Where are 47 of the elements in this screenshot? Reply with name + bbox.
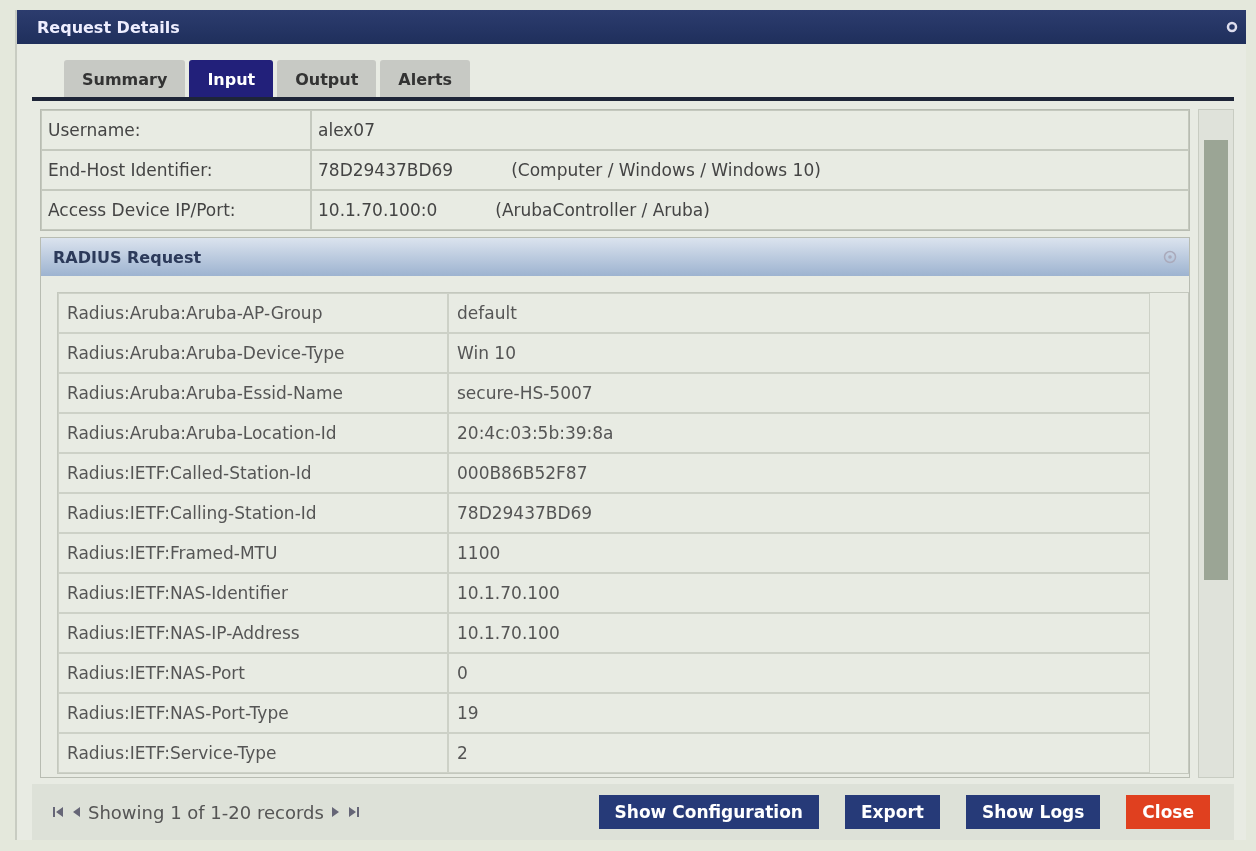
field-detail: (Computer / Windows / Windows 10) <box>511 160 821 180</box>
field-value: 10.1.70.100:0 <box>318 200 438 220</box>
action-button[interactable]: Show Configuration <box>598 795 819 829</box>
value-cell: 000B86B52F87 <box>448 453 1150 493</box>
action-button[interactable]: Export <box>844 795 940 829</box>
scroll-thumb[interactable] <box>1204 140 1228 580</box>
attribute-cell: Radius:Aruba:Aruba-Essid-Name <box>58 373 448 413</box>
attribute-cell: Radius:IETF:Service-Type <box>58 733 448 773</box>
value-cell: 20:4c:03:5b:39:8a <box>448 413 1150 453</box>
pager-text: Showing 1 of 1-20 records <box>88 801 324 823</box>
attribute-cell: Radius:IETF:NAS-IP-Address <box>58 613 448 653</box>
field-label: End-Host Identifier: <box>41 150 311 190</box>
attribute-cell: Radius:IETF:NAS-Port <box>58 653 448 693</box>
value-cell: secure-HS-5007 <box>448 373 1150 413</box>
value-cell: 10.1.70.100 <box>448 613 1150 653</box>
action-button[interactable]: Show Logs <box>965 795 1101 829</box>
attribute-cell: Radius:Aruba:Aruba-Location-Id <box>58 413 448 453</box>
tab[interactable]: Output <box>277 60 377 97</box>
attribute-cell: Radius:IETF:Framed-MTU <box>58 533 448 573</box>
window-title: Request Details <box>37 17 180 37</box>
value-cell: default <box>448 293 1150 333</box>
attribute-cell: Radius:IETF:NAS-Identifier <box>58 573 448 613</box>
attribute-cell: Radius:IETF:Calling-Station-Id <box>58 493 448 533</box>
attribute-cell: Radius:IETF:NAS-Port-Type <box>58 693 448 733</box>
value-cell: 78D29437BD69 <box>448 493 1150 533</box>
field-value: alex07 <box>318 120 375 140</box>
attribute-cell: Radius:Aruba:Aruba-Device-Type <box>58 333 448 373</box>
value-cell: 1100 <box>448 533 1150 573</box>
value-cell: 0 <box>448 653 1150 693</box>
attribute-cell: Radius:IETF:Called-Station-Id <box>58 453 448 493</box>
tab[interactable]: Input <box>189 60 274 97</box>
value-cell: Win 10 <box>448 333 1150 373</box>
panel-title: RADIUS Request <box>53 247 202 267</box>
field-label: Username: <box>41 110 311 150</box>
field-detail: (ArubaController / Aruba) <box>495 200 710 220</box>
attribute-cell: Radius:Aruba:Aruba-AP-Group <box>58 293 448 333</box>
value-cell: 2 <box>448 733 1150 773</box>
scrollbar[interactable] <box>1198 109 1234 778</box>
close-button[interactable]: Close <box>1126 795 1210 829</box>
value-cell: 10.1.70.100 <box>448 573 1150 613</box>
first-page-icon[interactable] <box>52 806 64 818</box>
field-label: Access Device IP/Port: <box>41 190 311 230</box>
last-page-icon[interactable] <box>347 806 360 818</box>
tab[interactable]: Summary <box>64 60 186 97</box>
value-cell: 19 <box>448 693 1150 733</box>
tab[interactable]: Alerts <box>380 60 471 97</box>
field-value: 78D29437BD69 <box>318 160 454 180</box>
